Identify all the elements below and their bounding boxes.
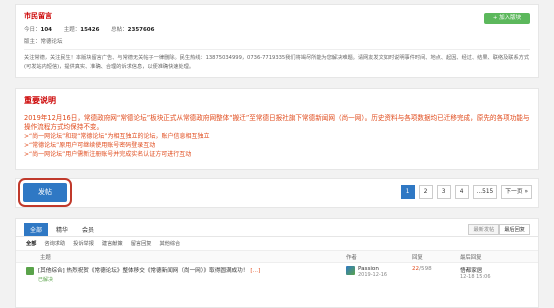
notice-title: 重要说明 [24,96,56,105]
page-last-button[interactable]: ...515 [472,185,498,199]
sort-last-reply-button[interactable]: 最后回复 [499,224,530,235]
header-reply: 回复 [412,254,423,261]
category-all[interactable]: 全部 [26,240,36,247]
header-last-reply: 最后回复 [460,254,482,261]
topic-resolved-badge: 已解决 [38,277,54,283]
join-forum-button[interactable]: + 加入版块 [484,13,530,24]
divider [24,49,530,50]
stat-posts-value: 2357606 [127,27,155,33]
topic-tag: […] [250,268,261,274]
category-tabs: 全部 咨询求助 投诉举报 建言献策 留言回复 其他综合 最新发帖 最后回复 [16,224,538,251]
main-tabs: 全部 精华 会员 [16,219,538,237]
important-notice: 重要说明 2019年12月16日，常德政府网“常德论坛”板块正式从常德政府网整体… [15,88,539,170]
notice-main-text: 2019年12月16日，常德政府网“常德论坛”板块正式从常德政府网整体“搬迁”至… [24,114,530,131]
header-topic: 主题 [40,254,51,261]
category-complaint[interactable]: 投诉举报 [73,240,94,247]
moderator-link[interactable]: 常德论坛 [41,39,63,45]
moderator-label: 版主： [24,39,41,45]
notice-line: >“尚一网论坛”和现“常德论坛”为相互独立的论坛，账户信息相互独立 [24,133,210,140]
category-reply[interactable]: 留言回复 [131,240,152,247]
tab-featured[interactable]: 精华 [50,223,74,236]
new-post-button[interactable]: 发帖 [18,178,72,207]
post-date: 2019-12-16 [358,272,388,278]
page-2-button[interactable]: 2 [418,185,433,199]
table-row: [其他综合] 热烈祝贺《常德论坛》整体移交《常德新闻网（尚一网）》取得圆满成功！… [16,263,538,285]
category-other[interactable]: 其他综合 [159,240,180,247]
tab-all[interactable]: 全部 [24,223,49,236]
forum-stats: 今日：104 主题：15426 总帖：2357606 [24,25,530,33]
notice-line: >“尚一网论坛”用户需新注册账号并完成实名认证方可进行互动 [24,151,192,158]
moderator-line: 版主：常德论坛 [24,37,530,45]
stat-posts-label: 总帖： [111,27,128,33]
sort-newest-button[interactable]: 最新发帖 [468,224,500,235]
topic-list-panel: 全部 精华 会员 全部 咨询求助 投诉举报 建言献策 留言回复 其他综合 最新发… [15,218,539,308]
page-1-button[interactable]: 1 [400,185,415,199]
last-reply-time: 12-18 15:06 [460,274,491,280]
page-4-button[interactable]: 4 [454,185,469,199]
stat-topics-value: 15426 [80,27,100,33]
header-author: 作者 [346,254,357,261]
notice-line: >“常德论坛”原用户可继续使用账号密码登录互动 [24,142,156,149]
forum-title: 市民留言 [24,12,52,20]
last-reply-user[interactable]: 悟都家居 [460,266,520,274]
category-help[interactable]: 咨询求助 [44,240,65,247]
forum-info-panel: 市民留言 今日：104 主题：15426 总帖：2357606 版主：常德论坛 … [15,4,539,78]
avatar[interactable] [346,266,355,275]
post-toolbar: 发帖 1 2 3 4 ...515 下一页 » [15,178,539,208]
topic-status-icon [26,267,34,275]
tab-members[interactable]: 会员 [76,223,100,236]
reply-count: 22/598 [412,266,432,272]
topic-title-link[interactable]: [其他综合] 热烈祝贺《常德论坛》整体移交《常德新闻网（尚一网）》取得圆满成功！ [38,268,248,274]
stat-today-value: 104 [40,27,52,33]
pagination: 1 2 3 4 ...515 下一页 » [400,185,532,199]
stat-topics-label: 主题： [63,27,81,33]
next-page-button[interactable]: 下一页 » [501,185,532,199]
page-3-button[interactable]: 3 [436,185,451,199]
category-suggestion[interactable]: 建言献策 [102,240,123,247]
stat-today-label: 今日： [24,27,41,33]
sort-toggle: 最新发帖 最后回复 [468,224,530,235]
table-header: 主题 作者 回复 最后回复 [16,251,538,263]
forum-description: 关注常德，关注民生！本版块留言广告、与常德无关帖子一律删除。民生热线：13875… [24,55,530,70]
